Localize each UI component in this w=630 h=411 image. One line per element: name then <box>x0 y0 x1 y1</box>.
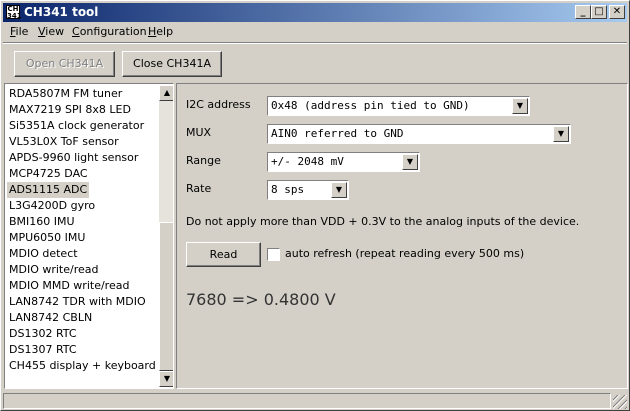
close-ch341a-button[interactable]: Close CH341A <box>122 51 222 77</box>
menu-bar: File View Configuration Help <box>3 23 627 41</box>
chevron-down-icon[interactable]: ▼ <box>553 126 569 142</box>
voltage-warning: Do not apply more than VDD + 0.3V to the… <box>186 215 580 228</box>
i2c-address-value: 0x48 (address pin tied to GND) <box>271 99 470 112</box>
auto-refresh-label[interactable]: auto refresh (repeat reading every 500 m… <box>285 247 524 260</box>
list-item[interactable]: MDIO MMD write/read <box>7 278 131 294</box>
resize-grip-icon[interactable] <box>613 395 627 409</box>
list-item[interactable]: VL53L0X ToF sensor <box>7 134 121 150</box>
menu-file[interactable]: File <box>10 25 28 38</box>
rate-value: 8 sps <box>271 183 305 196</box>
menu-configuration[interactable]: Configuration <box>72 25 147 38</box>
list-item[interactable]: LAN8742 TDR with MDIO <box>7 294 148 310</box>
list-item[interactable]: DS1307 RTC <box>7 342 79 358</box>
list-item[interactable]: MAX7219 SPI 8x8 LED <box>7 102 133 118</box>
list-item[interactable]: L3G4200D gyro <box>7 198 97 214</box>
menu-help[interactable]: Help <box>148 25 173 38</box>
range-value: +/- 2048 mV <box>271 155 344 168</box>
app-window: CH 341 CH341 tool _ □ ✕ File View Config… <box>0 0 630 411</box>
mux-value: AIN0 referred to GND <box>271 127 404 140</box>
chevron-down-icon[interactable]: ▼ <box>402 154 418 170</box>
list-item[interactable]: Si5351A clock generator <box>7 118 146 134</box>
open-ch341a-button[interactable]: Open CH341A <box>14 51 115 77</box>
list-item[interactable]: APDS-9960 light sensor <box>7 150 140 166</box>
title-bar[interactable]: CH 341 CH341 tool _ □ ✕ <box>3 3 627 22</box>
list-item[interactable]: MDIO detect <box>7 246 80 262</box>
menu-view[interactable]: View <box>38 25 64 38</box>
status-bar <box>3 391 627 409</box>
scroll-down-icon[interactable]: ▼ <box>159 371 173 387</box>
list-item[interactable]: MCP4725 DAC <box>7 166 90 182</box>
device-listbox[interactable]: RDA5807M FM tuner MAX7219 SPI 8x8 LED Si53… <box>4 83 174 389</box>
menu-separator <box>3 42 627 44</box>
maximize-button[interactable]: □ <box>591 5 607 19</box>
i2c-address-label: I2C address <box>186 98 251 111</box>
list-item[interactable]: ADS1115 ADC <box>7 182 90 198</box>
mux-label: MUX <box>186 126 212 139</box>
auto-refresh-checkbox[interactable] <box>267 248 280 261</box>
window-title: CH341 tool <box>24 5 99 19</box>
rate-label: Rate <box>186 182 212 195</box>
range-select[interactable]: +/- 2048 mV ▼ <box>267 152 420 172</box>
chevron-down-icon[interactable]: ▼ <box>512 98 528 114</box>
scroll-up-icon[interactable]: ▲ <box>159 85 173 101</box>
minimize-button[interactable]: _ <box>575 5 591 19</box>
status-pane <box>3 393 611 409</box>
list-item[interactable]: DS1302 RTC <box>7 326 79 342</box>
list-item[interactable]: MDIO write/read <box>7 262 101 278</box>
list-item[interactable]: MPU6050 IMU <box>7 230 87 246</box>
list-item[interactable]: CH455 display + keyboard <box>7 358 158 374</box>
rate-select[interactable]: 8 sps ▼ <box>267 180 349 200</box>
close-window-button[interactable]: ✕ <box>609 5 625 19</box>
chevron-down-icon[interactable]: ▼ <box>331 182 347 198</box>
app-icon: CH 341 <box>6 5 22 20</box>
mux-select[interactable]: AIN0 referred to GND ▼ <box>267 124 571 144</box>
list-item[interactable]: RDA5807M FM tuner <box>7 86 124 102</box>
adc-result: 7680 => 0.4800 V <box>186 290 336 309</box>
read-button[interactable]: Read <box>186 242 261 267</box>
scroll-thumb[interactable] <box>159 222 173 371</box>
i2c-address-select[interactable]: 0x48 (address pin tied to GND) ▼ <box>267 96 530 116</box>
list-item[interactable]: LAN8742 CBLN <box>7 310 94 326</box>
list-item[interactable]: BMI160 IMU <box>7 214 77 230</box>
list-scrollbar[interactable]: ▲ ▼ <box>159 85 173 387</box>
range-label: Range <box>186 154 221 167</box>
